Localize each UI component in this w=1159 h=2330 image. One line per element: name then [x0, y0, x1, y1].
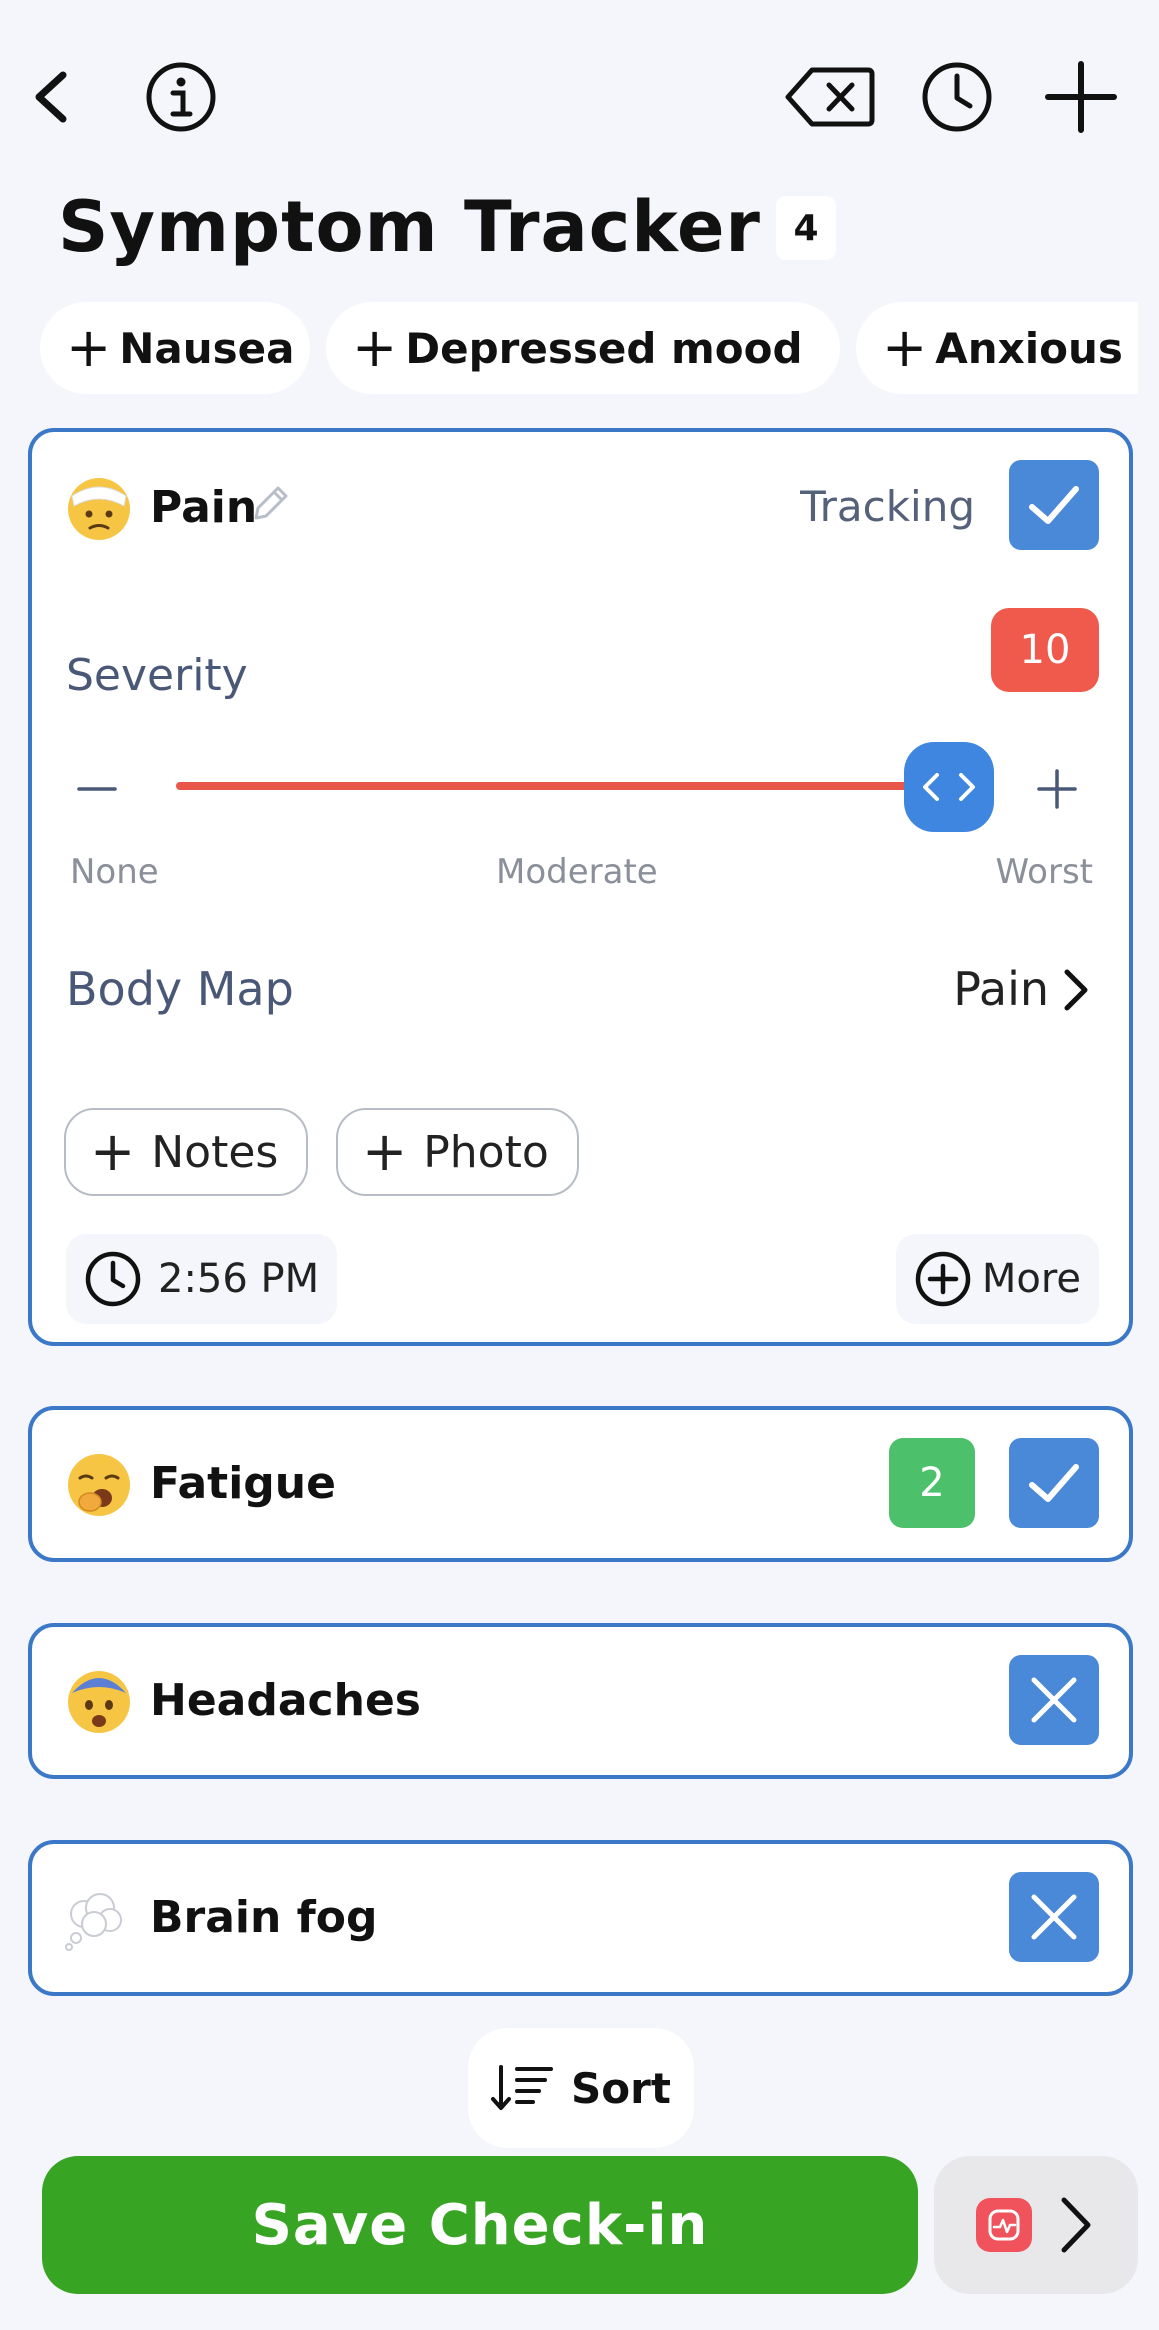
thought-balloon-icon [65, 1893, 122, 1951]
add-depressed-mood-chip[interactable]: + Depressed mood [326, 302, 840, 394]
add-photo-button[interactable]: + Photo [336, 1108, 579, 1196]
time-button[interactable]: 2:56 PM [66, 1234, 338, 1324]
health-app-icon [976, 2198, 1032, 2252]
body-map-label: Body Map [66, 962, 294, 1016]
clock-icon [85, 1251, 141, 1307]
anxious-face-icon [68, 1671, 130, 1733]
button-label: Notes [151, 1126, 279, 1178]
chevron-right-icon[interactable] [1057, 966, 1093, 1014]
button-label: Photo [423, 1126, 549, 1178]
sort-button[interactable]: Sort [468, 2028, 694, 2148]
drag-arrows-icon [923, 773, 975, 801]
plus-icon [1037, 769, 1077, 809]
scale-min-label: None [70, 852, 159, 892]
minus-icon [77, 787, 117, 791]
page-title: Symptom Tracker [58, 186, 761, 268]
edit-pencil-icon[interactable] [248, 482, 292, 526]
symptom-card-fatigue[interactable]: Fatigue 2 [28, 1406, 1133, 1562]
chevron-left-icon [35, 71, 67, 123]
scale-max-label: Worst [995, 852, 1093, 892]
more-label: More [981, 1256, 1081, 1302]
severity-value-badge: 2 [889, 1438, 975, 1528]
quick-add-chips: +Nausea +Depressed mood +Anxious mood [40, 302, 1138, 396]
symptom-name: Pain [150, 482, 258, 533]
symptom-name: Fatigue [150, 1458, 336, 1509]
sort-icon [491, 2065, 554, 2110]
more-button[interactable]: More [895, 1234, 1099, 1324]
symptom-card-brain-fog[interactable]: Brain fog [28, 1840, 1133, 1996]
decrease-severity-button[interactable] [72, 764, 122, 814]
chip-label: Anxious mood [935, 323, 1138, 373]
plus-icon: + [352, 316, 398, 379]
tracking-label: Tracking [800, 482, 975, 531]
add-symptom-button[interactable] [1036, 52, 1126, 142]
increase-severity-button[interactable] [1032, 764, 1082, 814]
clock-icon [922, 62, 992, 132]
close-icon [1031, 1677, 1077, 1723]
body-map-value[interactable]: Pain [953, 962, 1049, 1016]
symptom-count-badge: 4 [776, 196, 836, 260]
app-screen: Symptom Tracker 4 + Nausea + Depressed moo… [0, 0, 1159, 2330]
add-anxious-mood-chip[interactable]: +Anxious mood [856, 302, 1138, 394]
info-icon [146, 62, 216, 132]
yawning-face-icon [68, 1454, 130, 1516]
info-button[interactable] [136, 52, 226, 142]
delete-backspace-icon [785, 67, 875, 127]
tracking-checkbox[interactable] [1009, 1872, 1099, 1962]
severity-slider-handle[interactable] [904, 742, 994, 832]
checkmark-icon [1029, 1464, 1079, 1502]
scale-mid-label: Moderate [496, 852, 658, 892]
plus-icon: + [882, 316, 928, 379]
close-icon [1031, 1894, 1077, 1940]
time-label: 2:56 PM [158, 1256, 320, 1302]
tracking-checkbox[interactable] [1009, 1655, 1099, 1745]
add-notes-button[interactable]: + Notes [64, 1108, 309, 1196]
symptom-card-headaches[interactable]: Headaches [28, 1623, 1133, 1779]
plus-icon: + [362, 1120, 408, 1183]
chevron-right-icon [1061, 2197, 1091, 2253]
symptom-name: Headaches [150, 1675, 421, 1726]
severity-value-badge: 10 [991, 608, 1099, 692]
plus-icon: + [66, 316, 112, 379]
plus-icon [1045, 61, 1117, 133]
back-button[interactable] [8, 52, 98, 142]
chip-label: Depressed mood [405, 323, 803, 373]
tracking-checkbox[interactable] [1009, 1438, 1099, 1528]
next-button[interactable] [934, 2156, 1138, 2294]
tracking-checkbox[interactable] [1009, 460, 1099, 550]
severity-label: Severity [66, 650, 248, 701]
save-check-in-button[interactable]: Save Check-in [42, 2156, 918, 2294]
clear-button[interactable] [780, 52, 880, 142]
plus-circle-icon [915, 1251, 971, 1307]
severity-slider-track[interactable] [176, 782, 956, 790]
bandaged-face-icon [68, 478, 130, 540]
symptom-name: Brain fog [150, 1892, 378, 1943]
sort-label: Sort [571, 2063, 671, 2113]
history-button[interactable] [912, 52, 1002, 142]
checkmark-icon [1029, 486, 1079, 524]
plus-icon: + [90, 1120, 136, 1183]
chip-label: Nausea [119, 323, 295, 373]
add-nausea-chip[interactable]: + Nausea [40, 302, 310, 394]
symptom-card-pain: Pain Tracking Severity 10 None Moderate … [28, 428, 1133, 1346]
